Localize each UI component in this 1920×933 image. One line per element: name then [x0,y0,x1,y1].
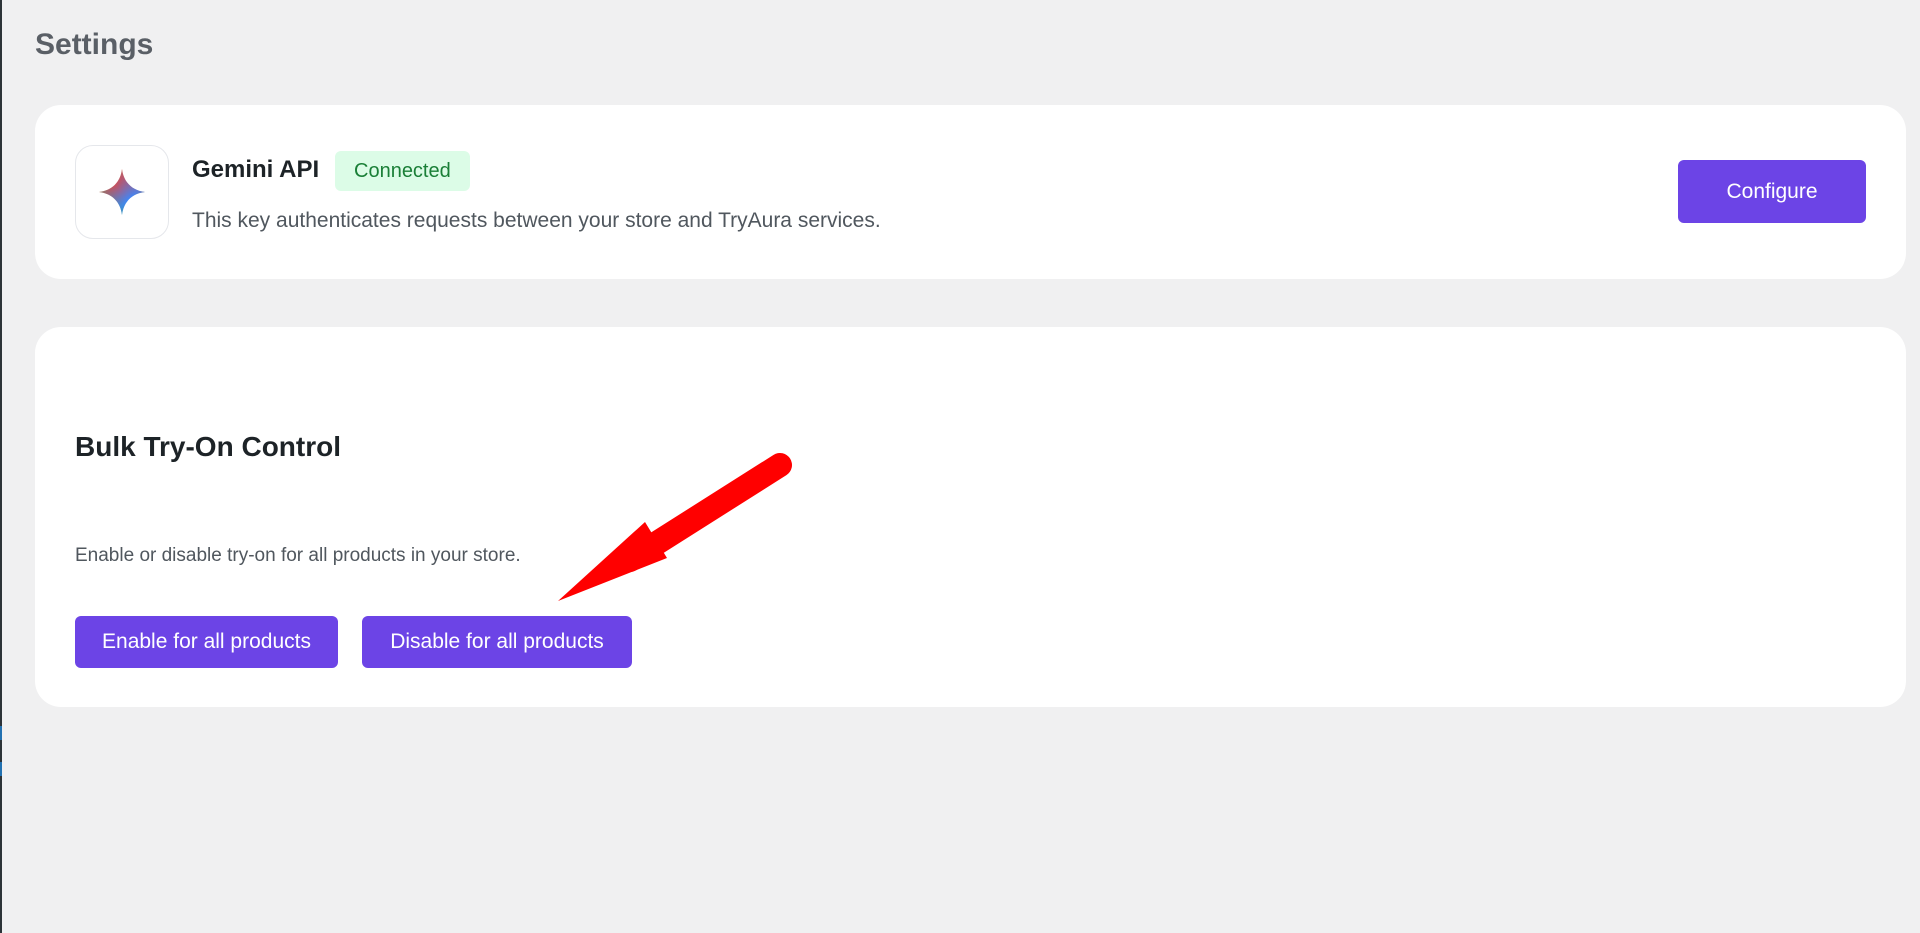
edge-marker [0,726,2,740]
bulk-tryon-card: Bulk Try-On Control Enable or disable tr… [35,327,1906,707]
configure-button[interactable]: Configure [1678,160,1866,223]
window-left-edge [0,0,2,933]
page-title: Settings [35,28,154,61]
settings-page: Settings Gemini API Connected This key a… [0,0,1920,933]
gemini-logo [75,145,169,239]
disable-all-products-button[interactable]: Disable for all products [362,616,632,668]
gemini-api-card: Gemini API Connected This key authentica… [35,105,1906,279]
enable-all-products-button[interactable]: Enable for all products [75,616,338,668]
status-badge: Connected [335,151,470,191]
bulk-tryon-title: Bulk Try-On Control [75,431,341,462]
api-description: This key authenticates requests between … [192,209,881,232]
gemini-sparkle-icon [99,169,145,215]
api-title: Gemini API [192,156,320,183]
bulk-tryon-description: Enable or disable try-on for all product… [75,545,521,566]
edge-marker [0,762,2,776]
